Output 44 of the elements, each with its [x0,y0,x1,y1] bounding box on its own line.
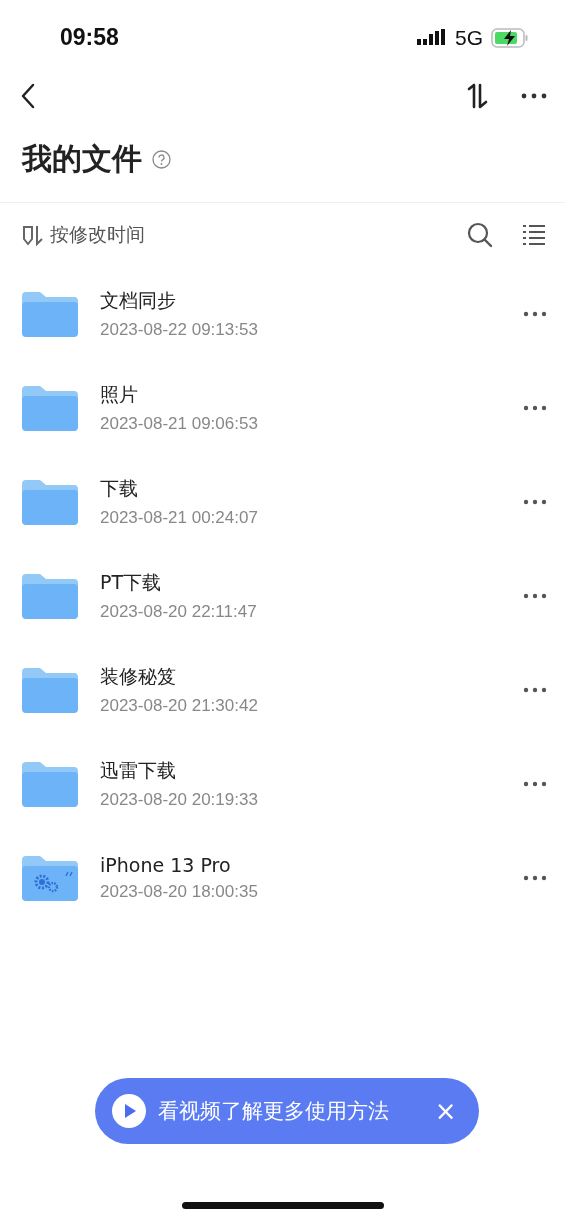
help-icon[interactable] [152,150,171,169]
signal-icon [417,28,447,47]
file-name[interactable]: 文档同步 [100,288,501,314]
sort-by-modified-button[interactable]: 按修改时间 [22,222,145,248]
status-time: 09:58 [60,24,119,51]
banner-text[interactable]: 看视频了解更多使用方法 [157,1097,423,1125]
folder-icon [22,573,78,619]
file-name[interactable]: iPhone 13 Pro [100,854,501,876]
play-icon[interactable] [111,1094,146,1128]
more-icon[interactable] [523,499,547,505]
modified-date: 2023-08-21 09:06:53 [100,414,259,434]
folder-icon [22,667,78,713]
list-view-icon[interactable] [523,224,545,246]
more-icon[interactable] [521,93,547,99]
back-icon[interactable] [20,83,36,109]
file-name[interactable]: 照片 [100,382,501,408]
modified-date: 2023-08-20 21:30:42 [100,696,259,716]
close-button[interactable]: × [434,1096,457,1126]
modified-date: 2023-08-21 00:24:07 [100,508,259,528]
file-name[interactable]: 迅雷下载 [100,758,501,784]
modified-date: 2023-08-20 20:19:33 [100,790,259,810]
more-icon[interactable] [523,781,547,787]
modified-date: 2023-08-22 09:13:53 [100,320,259,340]
file-name[interactable]: 下载 [100,476,501,502]
file-name[interactable]: PT下载 [100,570,501,596]
more-icon[interactable] [523,875,547,881]
video-tip-banner[interactable]: 看视频了解更多使用方法 × [94,1078,479,1144]
folder-icon [22,479,78,525]
file-name[interactable]: 装修秘笈 [100,664,501,690]
more-icon[interactable] [523,311,547,317]
modified-date: 2023-08-20 22:11:47 [100,602,258,622]
modified-date: 2023-08-20 18:00:35 [100,882,259,902]
folder-icon [22,761,78,807]
more-icon[interactable] [523,687,547,693]
more-icon[interactable] [523,593,547,599]
search-icon[interactable] [467,222,493,248]
sort-icon [22,224,44,246]
network-label: 5G [455,25,483,50]
more-icon[interactable] [523,405,547,411]
page-title: 我的文件 [22,140,142,178]
folder-icon [22,291,78,337]
battery-charging-icon [491,27,529,48]
gear-folder-icon [22,855,78,901]
folder-icon [22,385,78,431]
